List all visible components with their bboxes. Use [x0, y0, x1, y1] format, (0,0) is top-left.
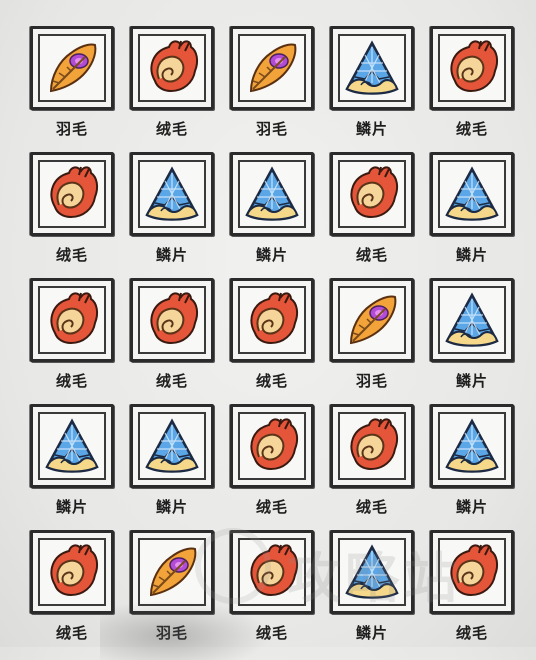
item-label: 鳞片 [455, 372, 488, 390]
item-frame[interactable] [330, 404, 414, 488]
item-frame[interactable] [330, 530, 414, 614]
item-slot[interactable]: 鳞片 [330, 530, 420, 648]
item-label: 绒毛 [55, 372, 88, 390]
item-grid: 羽毛 绒毛 羽毛 鳞片 绒毛 绒毛 鳞片 鳞片 绒毛 鳞片 绒毛 绒毛 绒毛 羽… [0, 0, 536, 647]
item-slot[interactable]: 绒毛 [230, 404, 320, 522]
item-label: 鳞片 [355, 624, 388, 642]
item-label: 鳞片 [455, 498, 488, 516]
item-frame[interactable] [30, 26, 114, 110]
item-slot[interactable]: 鳞片 [430, 404, 520, 522]
item-frame[interactable] [30, 404, 114, 488]
item-slot[interactable]: 绒毛 [330, 152, 420, 270]
item-frame[interactable] [230, 26, 314, 110]
item-label: 鳞片 [155, 498, 188, 516]
item-slot[interactable]: 鳞片 [330, 26, 420, 144]
item-label: 羽毛 [255, 120, 288, 138]
item-label: 鳞片 [355, 120, 388, 138]
item-slot[interactable]: 绒毛 [430, 530, 520, 648]
item-slot[interactable]: 羽毛 [30, 26, 120, 144]
item-slot[interactable]: 绒毛 [30, 152, 120, 270]
item-slot[interactable]: 绒毛 [430, 26, 520, 144]
item-slot[interactable]: 绒毛 [230, 278, 320, 396]
item-label: 鳞片 [255, 246, 288, 264]
item-frame[interactable] [30, 152, 114, 236]
item-slot[interactable]: 鳞片 [430, 278, 520, 396]
item-slot[interactable]: 羽毛 [330, 278, 420, 396]
item-slot[interactable]: 鳞片 [130, 152, 220, 270]
item-label: 绒毛 [155, 120, 188, 138]
item-slot[interactable]: 鳞片 [230, 152, 320, 270]
item-frame[interactable] [230, 278, 314, 362]
item-frame[interactable] [30, 278, 114, 362]
item-label: 绒毛 [455, 120, 488, 138]
item-frame[interactable] [130, 404, 214, 488]
item-label: 绒毛 [155, 372, 188, 390]
item-frame[interactable] [430, 530, 514, 614]
item-label: 羽毛 [355, 372, 388, 390]
item-frame[interactable] [130, 278, 214, 362]
item-frame[interactable] [430, 278, 514, 362]
item-frame[interactable] [330, 26, 414, 110]
item-label: 绒毛 [55, 246, 88, 264]
item-slot[interactable]: 绒毛 [30, 278, 120, 396]
item-label: 鳞片 [55, 498, 88, 516]
item-slot[interactable]: 羽毛 [230, 26, 320, 144]
item-frame[interactable] [130, 152, 214, 236]
item-label: 绒毛 [355, 498, 388, 516]
item-frame[interactable] [430, 152, 514, 236]
item-frame[interactable] [430, 404, 514, 488]
item-slot[interactable]: 绒毛 [130, 26, 220, 144]
item-label: 鳞片 [455, 246, 488, 264]
ink-smudge [100, 600, 270, 660]
item-label: 绒毛 [355, 246, 388, 264]
item-label: 绒毛 [455, 624, 488, 642]
item-label: 绒毛 [255, 372, 288, 390]
item-label: 羽毛 [55, 120, 88, 138]
item-slot[interactable]: 鳞片 [30, 404, 120, 522]
item-frame[interactable] [330, 278, 414, 362]
item-frame[interactable] [130, 26, 214, 110]
item-slot[interactable]: 鳞片 [130, 404, 220, 522]
item-slot[interactable]: 鳞片 [430, 152, 520, 270]
item-frame[interactable] [430, 26, 514, 110]
item-label: 绒毛 [255, 498, 288, 516]
item-frame[interactable] [230, 404, 314, 488]
item-frame[interactable] [330, 152, 414, 236]
item-slot[interactable]: 绒毛 [330, 404, 420, 522]
item-frame[interactable] [230, 152, 314, 236]
item-slot[interactable]: 绒毛 [130, 278, 220, 396]
item-label: 鳞片 [155, 246, 188, 264]
